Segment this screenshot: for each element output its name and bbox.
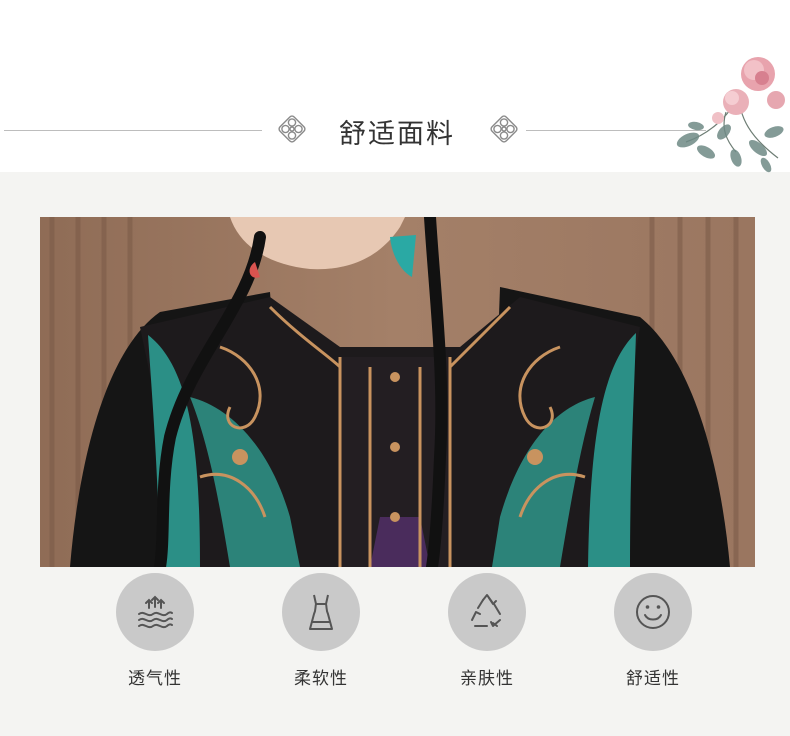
feature-icon-circle (282, 573, 360, 651)
feature-icon-circle (448, 573, 526, 651)
feature-icon-circle (614, 573, 692, 651)
header-banner: 舒适面料 (0, 0, 790, 173)
feature-label: 透气性 (128, 669, 182, 689)
chinese-knot-icon (278, 115, 306, 143)
divider-line-left (4, 130, 262, 131)
product-photo (40, 217, 755, 567)
peony-flower-decoration (676, 57, 785, 173)
feature-item-breathable: 透气性 (100, 573, 210, 689)
smiley-face-icon (636, 595, 670, 629)
breathable-waves-icon (138, 595, 173, 629)
feature-label: 柔软性 (294, 669, 348, 689)
chinese-knot-icon (490, 115, 518, 143)
feature-item-comfortable: 舒适性 (598, 573, 708, 689)
feature-list: 透气性 柔软性 亲肤性 舒适性 (0, 573, 790, 703)
feature-label: 舒适性 (626, 669, 680, 689)
feature-label: 亲肤性 (460, 669, 514, 689)
recycle-icon (471, 594, 501, 627)
feature-item-soft: 柔软性 (266, 573, 376, 689)
embroidered-vest-photo (40, 217, 755, 567)
section-title: 舒适面料 (339, 119, 455, 150)
feature-item-skin-friendly: 亲肤性 (432, 573, 542, 689)
dress-icon (309, 594, 333, 630)
feature-icon-circle (116, 573, 194, 651)
